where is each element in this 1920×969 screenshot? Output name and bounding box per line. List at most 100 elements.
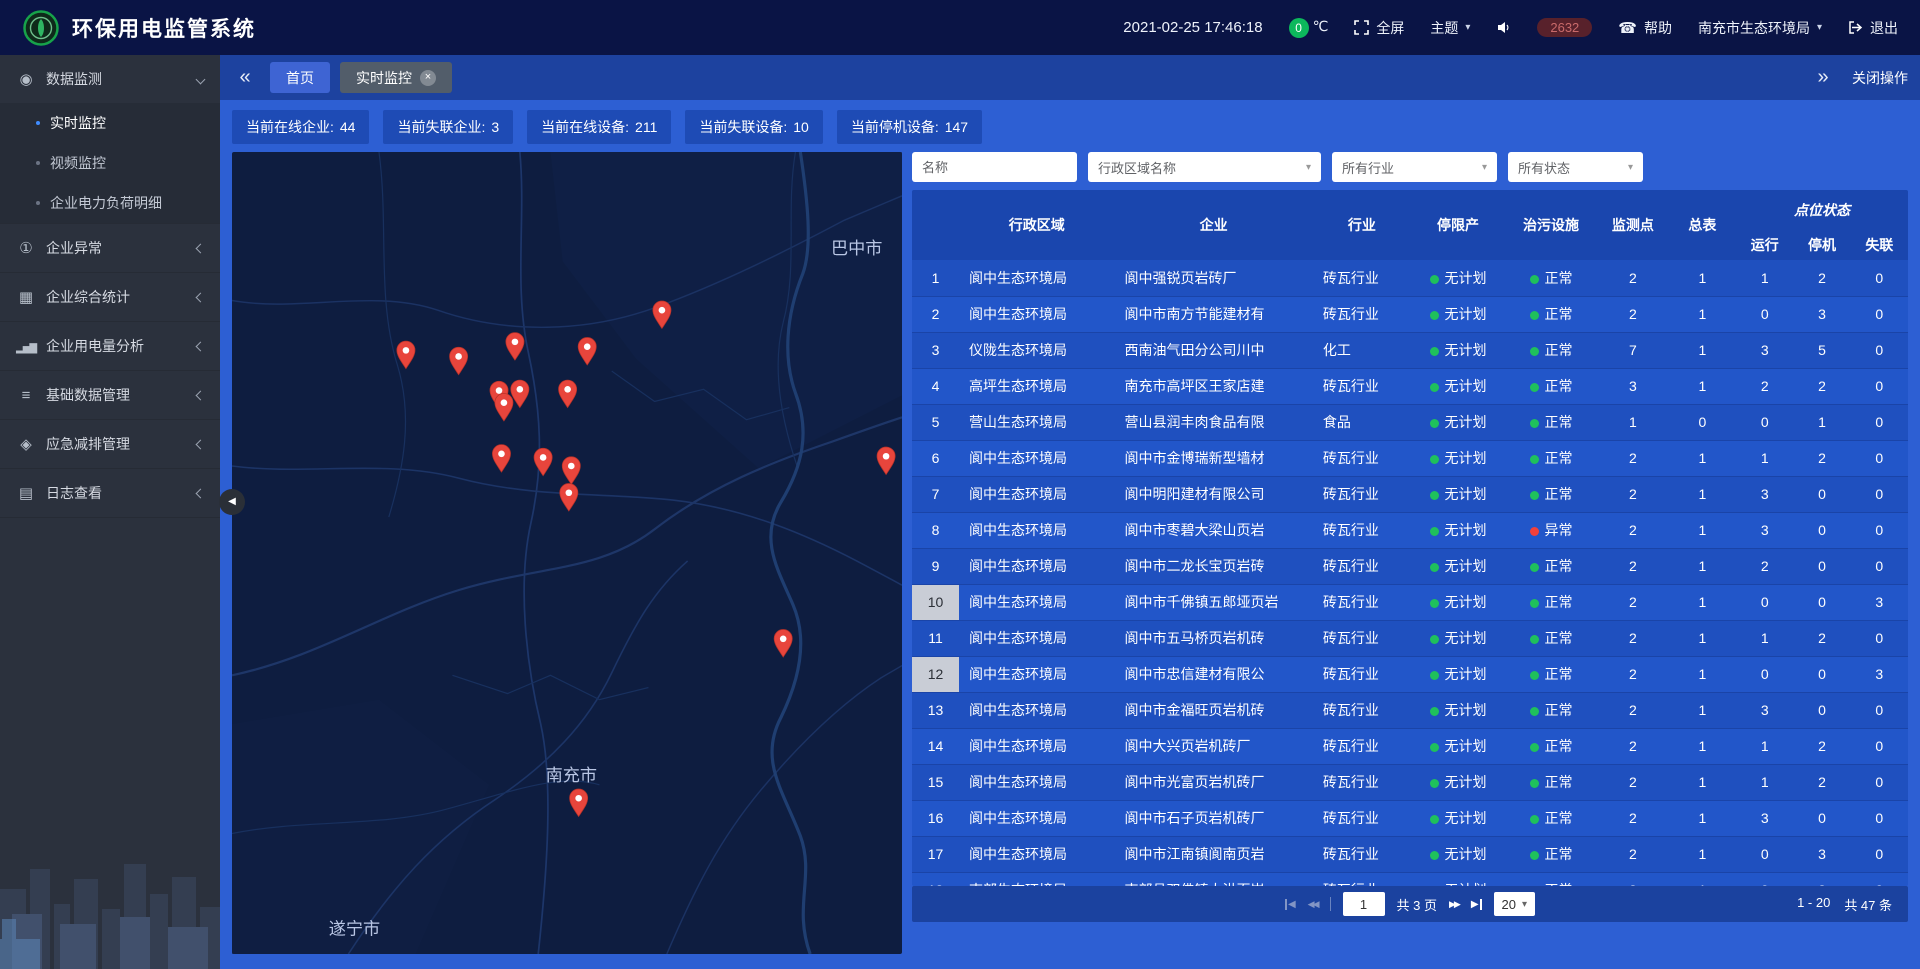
theme-dropdown[interactable]: 主题 ▾ [1430,18,1470,38]
row-index: 3 [912,332,959,368]
table-row[interactable]: 11 阆中生态环境局 阆中市五马桥页岩机砖 砖瓦行业 无计划 正常 [912,620,1908,656]
cell-industry: 砖瓦行业 [1313,692,1411,728]
table-row[interactable]: 16 阆中生态环境局 阆中市石子页岩机砖厂 砖瓦行业 无计划 正常 [912,800,1908,836]
tab[interactable]: 实时监控 × [340,62,452,93]
map-pin[interactable] [534,448,552,476]
page-size-select[interactable]: 20 ▾ [1494,892,1536,916]
table-row[interactable]: 14 阆中生态环境局 阆中大兴页岩机砖厂 砖瓦行业 无计划 正常 [912,728,1908,764]
table-row[interactable]: 17 阆中生态环境局 阆中市江南镇阆南页岩 砖瓦行业 无计划 正常 [912,836,1908,872]
chevron-icon [196,243,206,253]
table-row[interactable]: 13 阆中生态环境局 阆中市金福旺页岩机砖 砖瓦行业 无计划 正常 [912,692,1908,728]
cell-meters: 1 [1669,332,1736,368]
table-row[interactable]: 15 阆中生态环境局 阆中市光富页岩机砖厂 砖瓦行业 无计划 正常 [912,764,1908,800]
next-page-button[interactable]: ▶▶ [1449,899,1459,910]
table-row[interactable]: 3 仪陇生态环境局 西南油气田分公司川中 化工 无计划 正常 [912,332,1908,368]
fullscreen-icon [1354,20,1369,35]
map-pin[interactable] [511,380,529,408]
tabs-scroll-right-button[interactable]: » [1810,66,1836,89]
speaker-button[interactable] [1496,20,1511,35]
sidebar-group-header[interactable]: 企业综合统计 [0,273,220,321]
sidebar-group-header[interactable]: 应急减排管理 [0,420,220,468]
page-input[interactable] [1343,892,1385,916]
cell-points: 2 [1597,584,1669,620]
first-page-button[interactable]: ◀ [1285,899,1296,910]
sidebar-group-header[interactable]: 企业用电量分析 [0,322,220,370]
sidebar-group-header[interactable]: 企业异常 [0,224,220,272]
table-row[interactable]: 2 阆中生态环境局 阆中市南方节能建材有 砖瓦行业 无计划 正常 [912,296,1908,332]
map-pin[interactable] [578,337,596,365]
table-row[interactable]: 10 阆中生态环境局 阆中市千佛镇五郎垭页岩 砖瓦行业 无计划 正常 [912,584,1908,620]
table-row[interactable]: 12 阆中生态环境局 阆中市忠信建材有限公 砖瓦行业 无计划 正常 [912,656,1908,692]
cell-region: 阆中生态环境局 [959,260,1114,296]
tab[interactable]: 首页 × [270,62,330,93]
name-filter-input[interactable] [922,160,1067,175]
cell-meters: 1 [1669,296,1736,332]
cell-run: 3 [1736,692,1793,728]
map-pin[interactable] [560,484,578,512]
table-row[interactable]: 18 南部生态环境局 南部县双佛镇太洪页岩 砖瓦行业 无计划 正常 [912,872,1908,886]
map-pin[interactable] [877,447,895,475]
cell-facility: 正常 [1505,620,1597,656]
fullscreen-button[interactable]: 全屏 [1354,18,1404,38]
cell-lost: 3 [1851,656,1908,692]
sidebar-group-header[interactable]: 日志查看 [0,469,220,517]
table-row[interactable]: 5 营山生态环境局 营山县润丰肉食品有限 食品 无计划 正常 [912,404,1908,440]
cell-limit: 无计划 [1411,404,1505,440]
map-pin[interactable] [562,457,580,485]
cell-company: 阆中明阳建材有限公司 [1114,476,1312,512]
last-page-button[interactable]: ▶ [1471,899,1482,910]
map-pin[interactable] [559,380,577,408]
bureau-dropdown[interactable]: 南充市生态环境局 ▾ [1698,18,1822,38]
temperature-badge: 0 [1289,18,1309,38]
sidebar-group-header[interactable]: 数据监测 [0,55,220,103]
table-row[interactable]: 9 阆中生态环境局 阆中市二龙长宝页岩砖 砖瓦行业 无计划 正常 [912,548,1908,584]
chevron-left-icon: ◀ [228,496,236,507]
status-filter-select[interactable]: 所有状态 ▾ [1508,152,1643,182]
map-pin[interactable] [492,445,510,473]
enterprise-table: 行政区域 企业 行业 停限产 治污设施 监测点 总表 点位状态 运行 [912,190,1908,886]
notification-count-badge[interactable]: 2632 [1537,18,1592,37]
status-dot-icon [1530,743,1539,752]
map-svg[interactable]: 巴中市南充市遂宁市 [232,152,902,954]
table-row[interactable]: 1 阆中生态环境局 阆中强锐页岩砖厂 砖瓦行业 无计划 正常 [912,260,1908,296]
status-dot-icon [1430,599,1439,608]
cell-run: 0 [1736,296,1793,332]
map-pin[interactable] [570,789,588,817]
map-pin[interactable] [450,347,468,375]
industry-filter-select[interactable]: 所有行业 ▾ [1332,152,1497,182]
help-button[interactable]: ☎ 帮助 [1618,18,1672,38]
sidebar-item[interactable]: 实时监控 [0,103,220,143]
chevron-icon [196,74,206,84]
table-row[interactable]: 8 阆中生态环境局 阆中市枣碧大梁山页岩 砖瓦行业 无计划 异常 [912,512,1908,548]
map-pin[interactable] [495,393,513,421]
map-pin[interactable] [506,333,524,361]
menu-icon [16,435,36,453]
tabs-scroll-left-button[interactable]: « [232,66,258,89]
cell-points: 2 [1597,800,1669,836]
row-index: 2 [912,296,959,332]
row-index: 11 [912,620,959,656]
sidebar-collapse-handle[interactable]: ◀ [219,489,245,515]
sidebar-item[interactable]: 企业电力负荷明细 [0,183,220,223]
cell-run: 3 [1736,512,1793,548]
table-row[interactable]: 4 高坪生态环境局 南充市高坪区王家店建 砖瓦行业 无计划 正常 [912,368,1908,404]
cell-run: 2 [1736,368,1793,404]
sidebar-item[interactable]: 视频监控 [0,143,220,183]
close-operations-button[interactable]: 关闭操作 [1852,68,1908,88]
status-dot-icon [1430,275,1439,284]
cell-limit: 无计划 [1411,836,1505,872]
region-filter-select[interactable]: 行政区域名称 ▾ [1088,152,1321,182]
tab-close-icon[interactable]: × [420,70,436,86]
col-limit: 停限产 [1411,190,1505,260]
map-pin[interactable] [774,630,792,658]
prev-page-button[interactable]: ◀◀ [1308,899,1318,910]
logout-button[interactable]: 退出 [1848,18,1898,38]
map-pin[interactable] [397,341,415,369]
cell-run: 0 [1736,656,1793,692]
table-row[interactable]: 6 阆中生态环境局 阆中市金博瑞新型墙材 砖瓦行业 无计划 正常 [912,440,1908,476]
cell-industry: 砖瓦行业 [1313,440,1411,476]
sidebar-group-header[interactable]: 基础数据管理 [0,371,220,419]
cell-facility: 正常 [1505,872,1597,886]
table-row[interactable]: 7 阆中生态环境局 阆中明阳建材有限公司 砖瓦行业 无计划 正常 [912,476,1908,512]
stat-value: 211 [635,119,657,135]
